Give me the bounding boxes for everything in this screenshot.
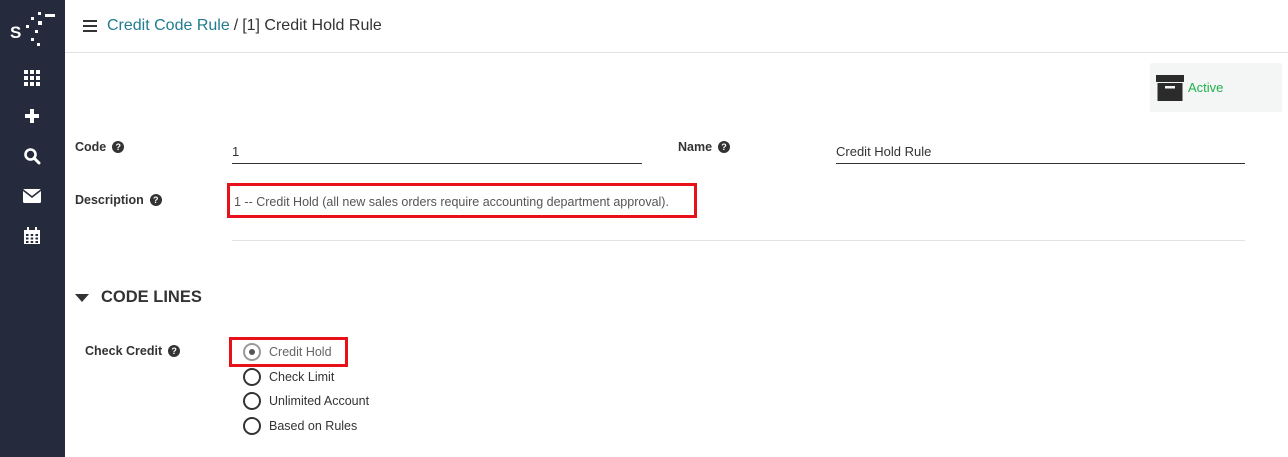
status-label: Active [1188,80,1224,95]
name-label-text: Name [678,140,713,154]
radio-unlimited-account[interactable]: Unlimited Account [243,392,369,410]
help-icon[interactable]: ? [168,345,181,357]
radio-unchecked-icon[interactable] [243,368,261,386]
top-header: Credit Code Rule / [1] Credit Hold Rule [65,0,1288,53]
help-icon[interactable]: ? [149,194,162,206]
app-logo-icon[interactable]: S [9,8,57,50]
radio-label: Credit Hold [269,345,332,359]
name-field[interactable]: Credit Hold Rule [836,144,1245,164]
check-credit-label-text: Check Credit [85,344,163,358]
code-lines-section-header[interactable]: CODE LINES [75,288,202,307]
breadcrumb-current: [1] Credit Hold Rule [242,17,382,34]
check-credit-label: Check Credit? [85,344,181,358]
search-icon[interactable] [20,144,44,168]
apps-grid-icon[interactable] [20,66,44,90]
calendar-icon[interactable] [20,224,44,248]
radio-check-limit[interactable]: Check Limit [243,368,334,386]
code-field[interactable]: 1 [232,144,642,164]
help-icon[interactable]: ? [718,141,731,153]
sidebar: S [0,0,65,457]
archive-box-icon [1156,75,1184,101]
breadcrumb: Credit Code Rule / [1] Credit Hold Rule [107,16,382,36]
hamburger-menu-icon[interactable] [83,20,97,32]
radio-credit-hold[interactable]: Credit Hold [243,343,332,361]
breadcrumb-parent-link[interactable]: Credit Code Rule [107,17,230,34]
help-icon[interactable]: ? [112,141,125,153]
mail-icon[interactable] [20,184,44,208]
divider [232,240,1245,241]
status-button[interactable]: Active [1150,63,1282,112]
radio-based-on-rules[interactable]: Based on Rules [243,417,357,435]
radio-label: Based on Rules [269,419,358,433]
description-field[interactable]: 1 -- Credit Hold (all new sales orders r… [234,195,669,209]
logo-letter: S [10,23,21,42]
code-label-text: Code [75,140,107,154]
code-label: Code? [75,140,125,154]
radio-checked-icon[interactable] [243,343,261,361]
radio-label: Unlimited Account [269,394,370,408]
name-label: Name? [678,140,731,154]
radio-unchecked-icon[interactable] [243,392,261,410]
description-label: Description? [75,193,162,207]
radio-unchecked-icon[interactable] [243,417,261,435]
radio-label: Check Limit [269,370,335,384]
description-label-text: Description [75,193,144,207]
section-title: CODE LINES [101,288,202,306]
plus-icon[interactable] [20,104,44,128]
breadcrumb-separator: / [233,17,239,34]
caret-down-icon [75,293,89,302]
